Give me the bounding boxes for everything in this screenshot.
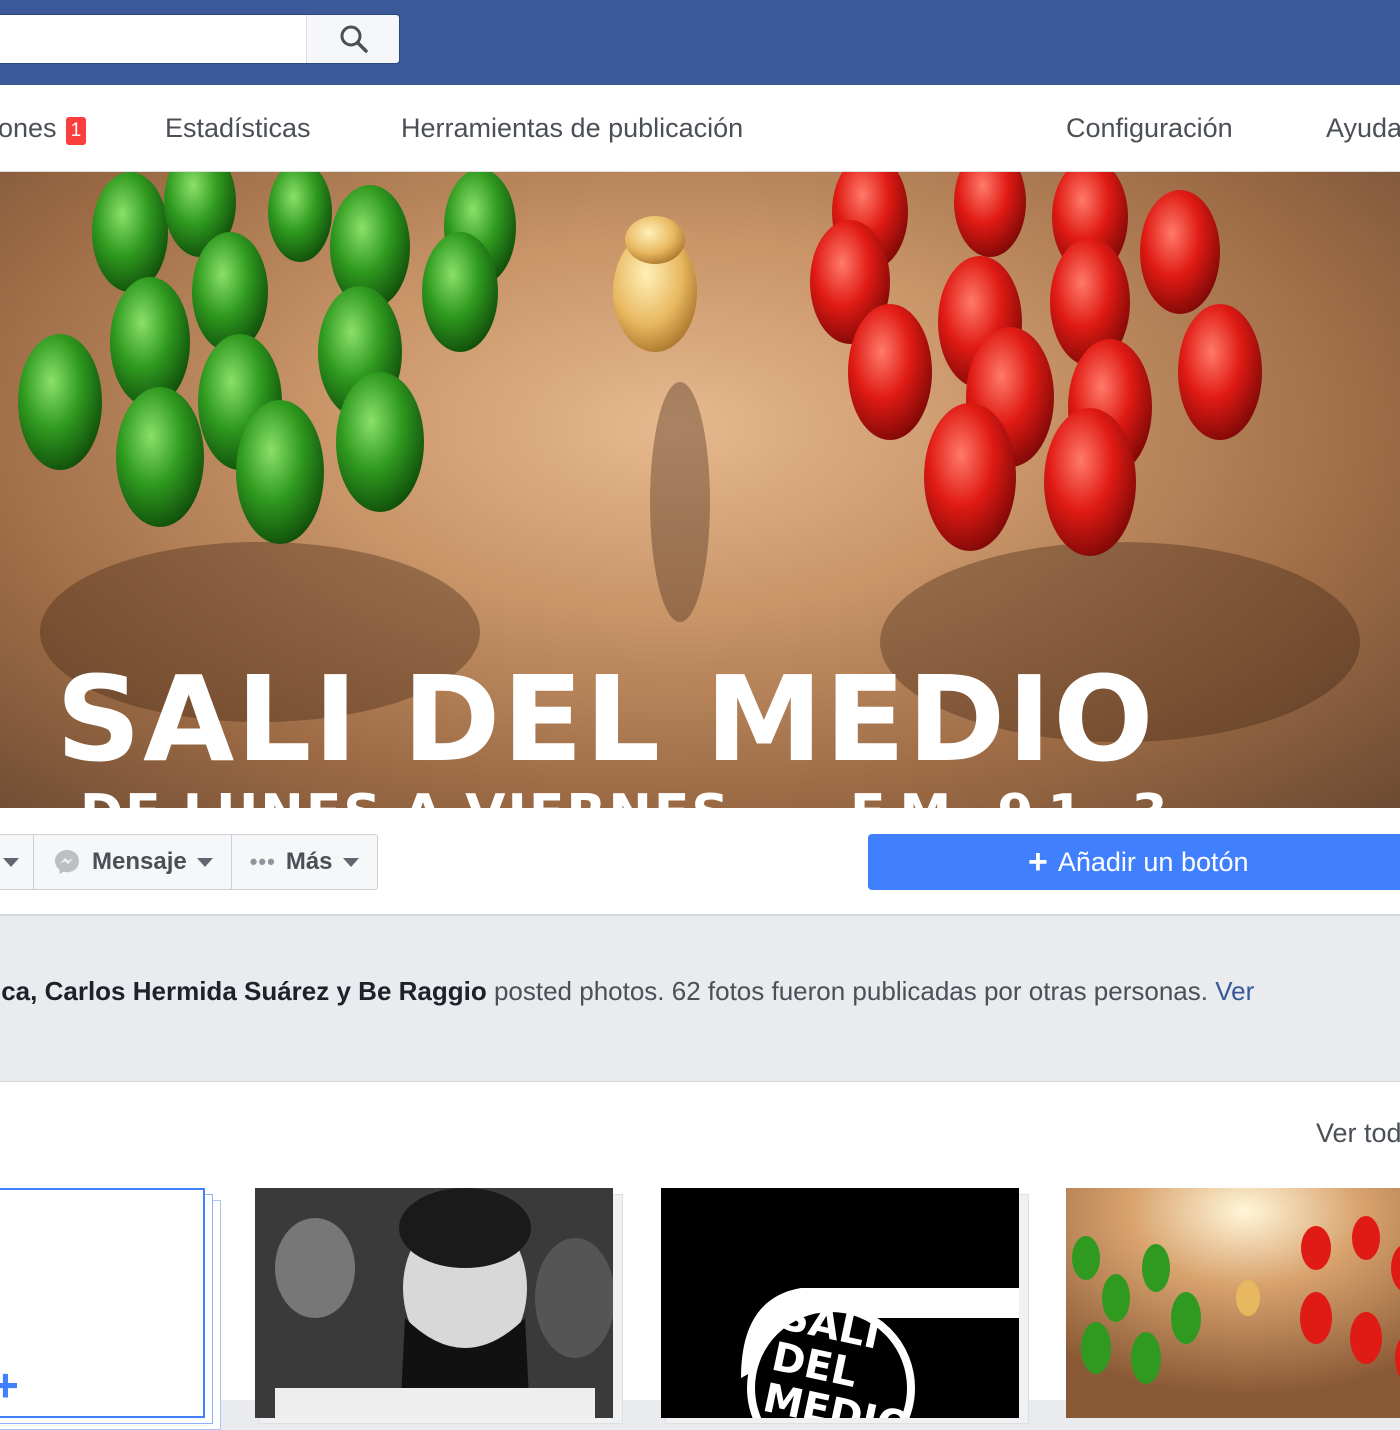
chevron-down-icon xyxy=(342,857,359,867)
add-button-label: Añadir un botón xyxy=(1057,846,1249,877)
page-nav: ones 1 Estadísticas Herramientas de publ… xyxy=(0,85,1400,172)
dropdown-button[interactable] xyxy=(0,835,34,889)
see-all-link[interactable]: Ver todo xyxy=(1316,1118,1400,1149)
chevron-down-icon xyxy=(3,857,19,867)
tab-statistics-label: Estadísticas xyxy=(165,113,311,143)
cover-subtitle: DE LUNES A VIERNES xyxy=(80,784,731,808)
search-icon xyxy=(340,25,368,53)
messenger-icon xyxy=(55,850,79,874)
more-button-label: Más xyxy=(285,848,333,875)
photo-thumbnail[interactable] xyxy=(255,1188,613,1418)
page-action-buttons: Mensaje ••• Más xyxy=(0,834,378,890)
photos-section: Ver todo + SALI DEL MEDIO xyxy=(0,1082,1400,1430)
notice-link[interactable]: Ver xyxy=(1215,976,1254,1006)
ellipsis-icon: ••• xyxy=(249,849,276,874)
photos-notice: ica, Carlos Hermida Suárez y Be Raggio p… xyxy=(0,916,1400,1082)
search-input[interactable] xyxy=(0,15,306,63)
tab-notifications[interactable]: ones 1 xyxy=(0,85,87,172)
notification-badge: 1 xyxy=(65,116,87,145)
tab-publishing-tools[interactable]: Herramientas de publicación xyxy=(401,85,743,172)
notice-body: posted photos. 62 fotos fueron publicada… xyxy=(486,976,1216,1006)
photo-thumbnail[interactable]: SALI DEL MEDIO xyxy=(661,1188,1019,1418)
tab-help[interactable]: Ayuda xyxy=(1326,85,1400,172)
search-box[interactable] xyxy=(0,14,400,64)
portrait-photo xyxy=(255,1188,613,1418)
message-button[interactable]: Mensaje xyxy=(34,835,232,889)
search-button[interactable] xyxy=(306,15,399,63)
cover-title: SALI DEL MEDIO xyxy=(56,650,1156,788)
more-button[interactable]: ••• Más xyxy=(232,835,377,889)
create-album-button[interactable]: + xyxy=(0,1188,205,1418)
tab-publishing-tools-label: Herramientas de publicación xyxy=(401,113,744,143)
plus-icon: + xyxy=(0,1359,19,1411)
notice-names: ica, Carlos Hermida Suárez y Be Raggio xyxy=(0,976,487,1006)
cover-frequency: FM 91.3 xyxy=(850,784,1182,808)
top-bar xyxy=(0,0,1400,85)
photo-thumbnail[interactable] xyxy=(1066,1188,1400,1418)
notice-text: ica, Carlos Hermida Suárez y Be Raggio p… xyxy=(0,976,1254,1007)
tab-statistics[interactable]: Estadísticas xyxy=(165,85,311,172)
gummy-bears-photo xyxy=(1066,1188,1400,1418)
add-button-button[interactable]: + Añadir un botón xyxy=(868,834,1400,890)
chevron-down-icon xyxy=(196,857,213,867)
tab-settings[interactable]: Configuración xyxy=(1066,85,1233,172)
tab-help-label: Ayuda xyxy=(1326,113,1400,143)
message-button-label: Mensaje xyxy=(92,848,187,875)
action-bar: Mensaje ••• Más + Añadir un botón xyxy=(0,808,1400,916)
cover-photo[interactable]: SALI DEL MEDIO DE LUNES A VIERNES FM 91.… xyxy=(0,172,1400,808)
plus-icon: + xyxy=(1028,842,1048,881)
tab-settings-label: Configuración xyxy=(1066,113,1233,143)
tab-notifications-label: ones xyxy=(0,113,57,143)
